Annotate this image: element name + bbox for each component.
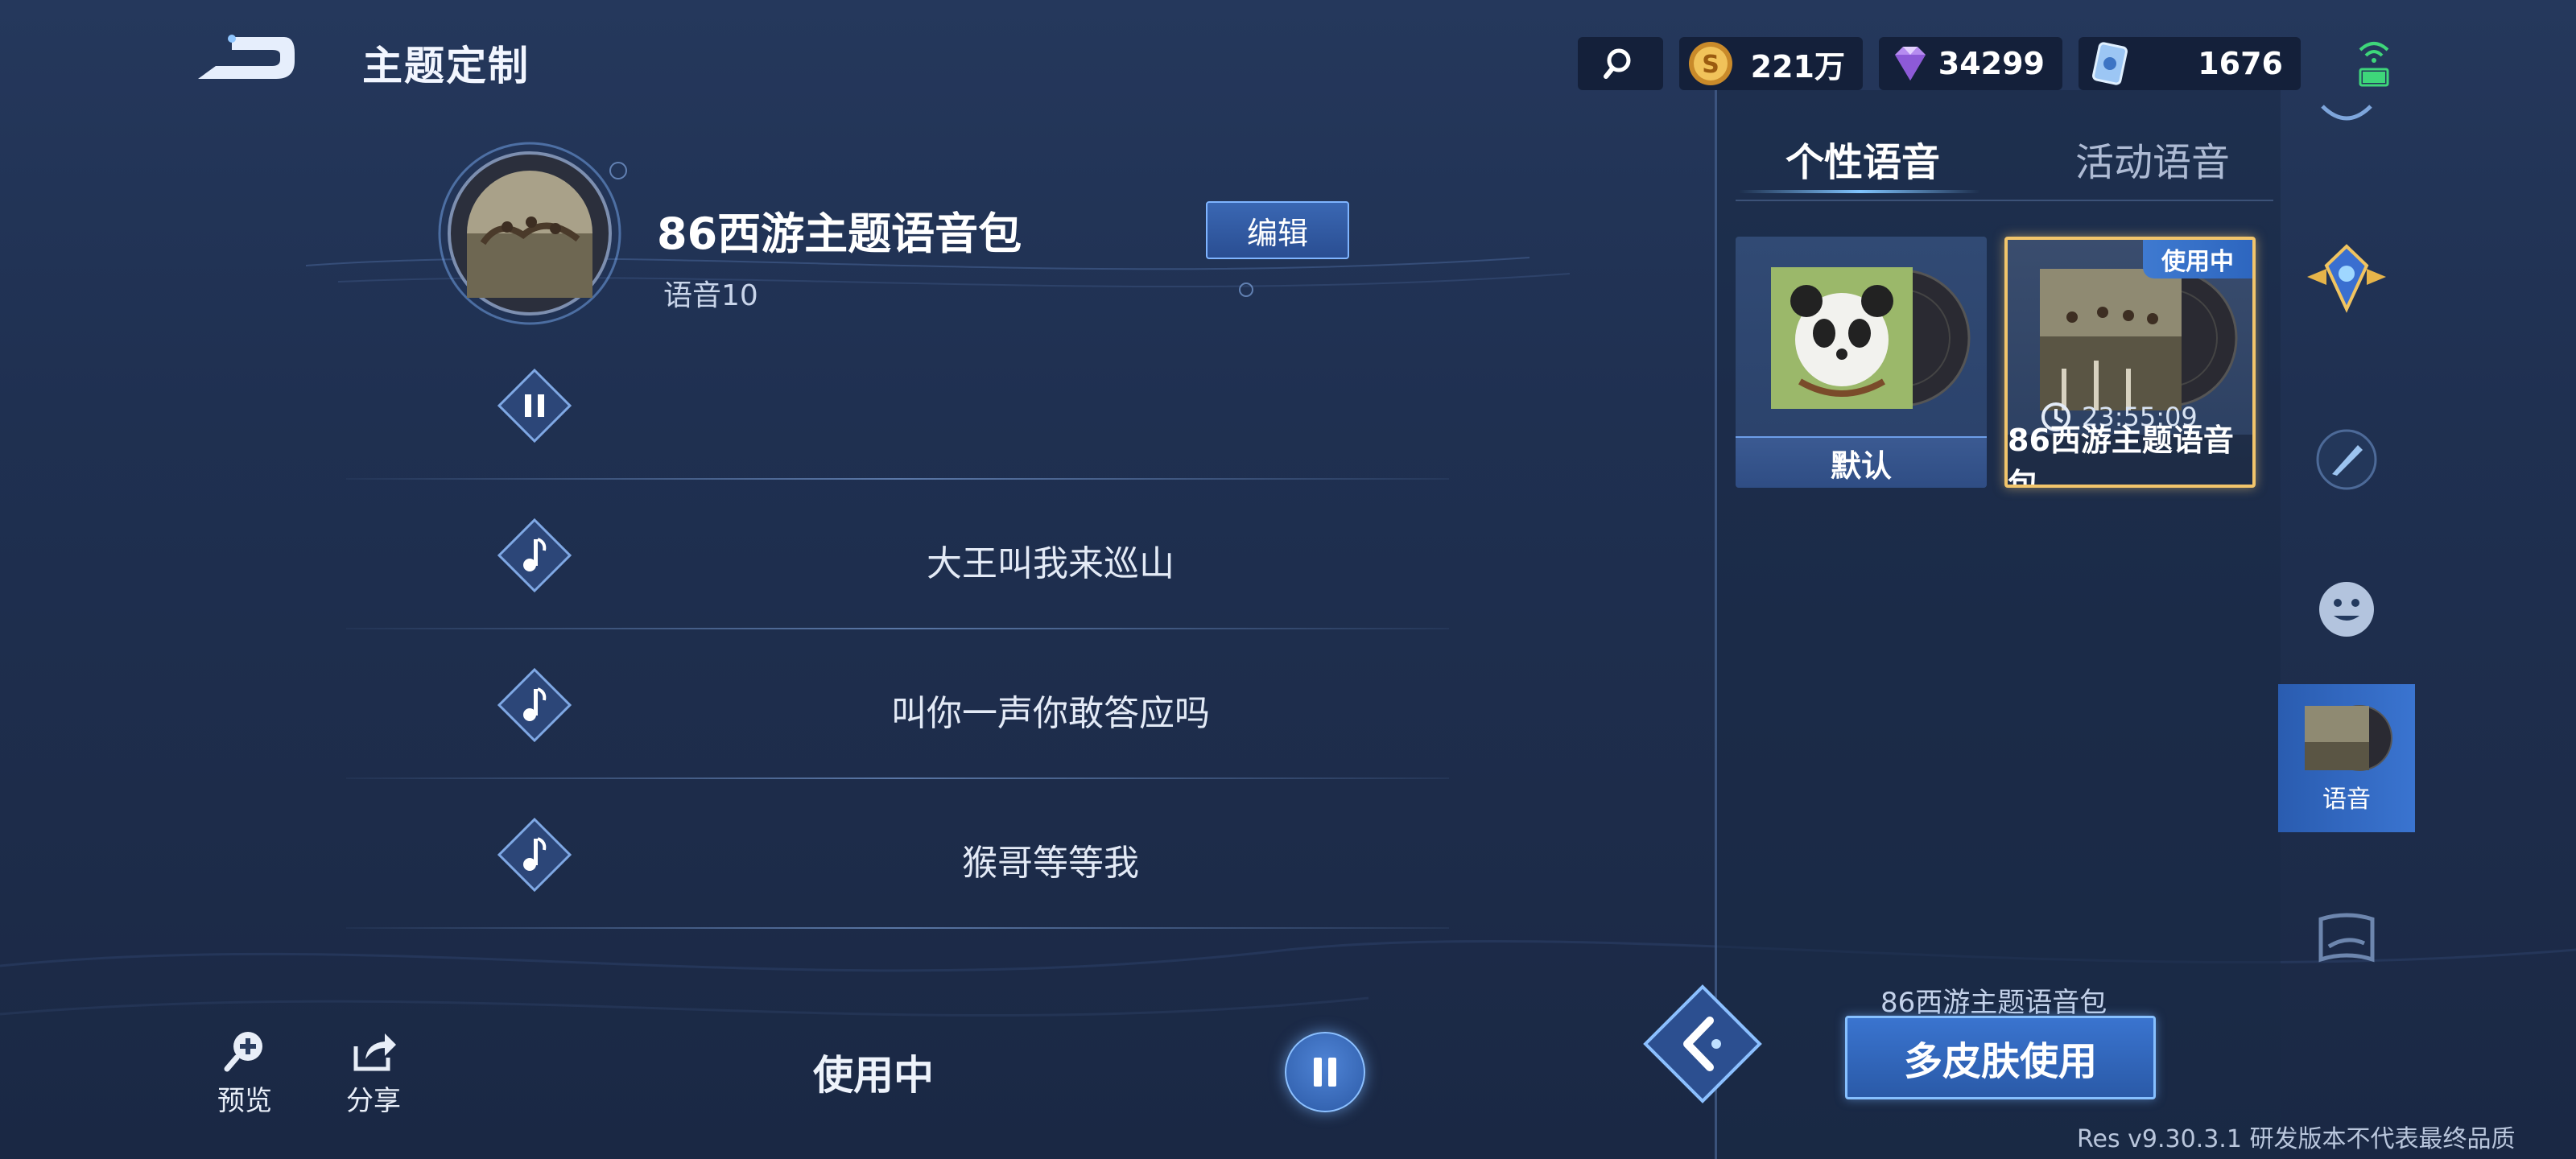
panda-cover-icon [1771,267,1971,409]
collapse-panel-button[interactable] [1642,984,1763,1104]
share-button[interactable]: 分享 [333,1029,414,1118]
row-divider [346,927,1449,929]
row-divider [346,777,1449,779]
zoom-in-icon [224,1032,262,1072]
pack-subtitle: 语音10 [663,279,758,312]
chevron-left-icon [1643,984,1762,1103]
nav-item-emote[interactable] [2278,557,2415,662]
voice-line-text: 叫你一声你敢答应吗 [891,693,1210,734]
active-tab-indicator [1739,190,1980,193]
coins-value: 221万 [1750,48,1845,85]
side-nav: 语音 [2278,90,2415,1159]
usage-status: 使用中 [813,1052,934,1099]
sword-icon [2316,429,2377,490]
card-label: 86西游主题语音包 [2008,423,2252,485]
row-divider [346,478,1449,480]
svg-text:S: S [1702,51,1719,79]
tab-divider [1736,200,2273,201]
pack-title: 86西游主题语音包 [657,208,1022,259]
version-text: Res v9.30.3.1 研发版本不代表最终品质 [2077,1125,2516,1153]
search-icon [1604,48,1631,79]
nav-item-weapon[interactable] [2278,407,2415,512]
voice-line-text: 大王叫我来巡山 [927,543,1174,584]
pause-button[interactable] [1285,1032,1365,1112]
nav-voice-label: 语音 [2322,786,2371,814]
voice-row[interactable] [322,332,1449,480]
page-title: 主题定制 [362,43,530,89]
tab-event-voice[interactable]: 活动语音 [2075,130,2230,187]
rank-emblem-icon [2307,244,2386,313]
multi-skin-use-button[interactable]: 多皮肤使用 [1845,1016,2156,1099]
back-button[interactable] [192,29,296,93]
vouchers-display[interactable]: 1676 [2079,37,2301,90]
preview-label: 预览 [217,1085,272,1117]
smiley-icon [2319,582,2374,637]
coins-display[interactable]: S 221万 [1679,37,1863,90]
row-divider [346,628,1449,629]
voice-row[interactable]: 叫你一声你敢答应吗 [322,631,1449,779]
tab-personal-voice[interactable]: 个性语音 [1785,130,1940,187]
card-label: 默认 [1736,436,1987,488]
back-arrow-icon [198,35,295,79]
pack-avatar [435,138,625,328]
edit-button[interactable]: 编辑 [1206,201,1349,259]
search-button[interactable] [1578,37,1663,90]
selected-pack-name: 86西游主题语音包 [1880,987,2107,1019]
preview-button[interactable]: 预览 [204,1029,285,1118]
nav-item-top[interactable] [2278,66,2415,163]
voice-card-default[interactable]: 默认 [1736,237,1987,488]
vouchers-value: 1676 [2198,46,2283,81]
nav-item-other[interactable] [2278,887,2415,992]
diamonds-display[interactable]: 34299 [1879,37,2062,90]
diamond-icon [1895,47,1926,80]
voice-row[interactable]: 猴哥等等我 [322,781,1449,929]
pause-diamond-icon[interactable] [497,369,572,443]
voice-line-text: 猴哥等等我 [962,843,1139,884]
diamonds-value: 34299 [1938,46,2045,81]
banner-icon [2318,913,2375,963]
gold-coin-icon: S [1689,42,1732,85]
share-icon [353,1033,396,1071]
voice-card-selected[interactable]: 使用中 23:55:09 86西游主题语音包 [2004,237,2256,488]
partial-emblem-icon [2321,105,2372,121]
voice-record-icon [2305,705,2392,771]
pause-icon [1314,1058,1336,1087]
nav-item-rank[interactable] [2278,217,2415,338]
share-label: 分享 [346,1085,401,1117]
nav-item-voice[interactable]: 语音 [2278,684,2415,832]
voice-row[interactable]: 大王叫我来巡山 [322,481,1449,629]
voucher-icon [2092,42,2128,85]
in-use-badge: 使用中 [2143,240,2252,278]
